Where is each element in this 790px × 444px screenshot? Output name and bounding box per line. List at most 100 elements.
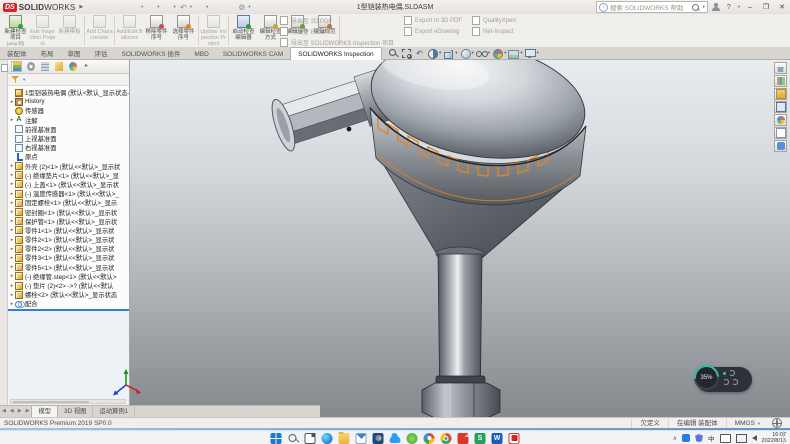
qa-undo-button[interactable]: ↶▾ — [178, 2, 192, 13]
dropdown-caret-icon[interactable]: ▾ — [537, 50, 539, 56]
panel-tab-configurationmanager[interactable] — [39, 61, 50, 72]
tree-item[interactable]: ▸外壳 (2)<1> (默认<<默认>_显示状 — [8, 162, 129, 171]
headsup-zoom-fit-button[interactable] — [388, 48, 399, 59]
ribbon-tab-4[interactable]: 评估 — [88, 48, 115, 60]
globe-icon[interactable] — [772, 418, 782, 428]
headsup-edit-appearance-button[interactable]: ▾ — [492, 48, 506, 59]
panel-tab-dimxpertmanager[interactable] — [53, 61, 64, 72]
taskbar-edge-icon[interactable] — [322, 433, 333, 444]
tree-item[interactable]: ▸零件3<1> (默认<<默认>_显示状 — [8, 253, 129, 262]
headsup-hide-show-items-button[interactable]: ▾ — [476, 48, 490, 59]
menu-expand-arrow-icon[interactable]: ▶ — [79, 4, 83, 10]
dropdown-caret-icon[interactable]: ▾ — [174, 4, 176, 10]
ribbon-tab-7[interactable]: SOLIDWORKS CAM — [216, 48, 290, 60]
tab-scroll-arrow-4[interactable]: ▶ — [24, 406, 32, 417]
tree-item[interactable]: ▸零件2<2> (默认<<默认>_显示状 — [8, 244, 129, 253]
taskbar-mail-icon[interactable] — [356, 433, 367, 444]
taskbar-start-icon[interactable] — [271, 433, 282, 444]
taskbar-task-view-icon[interactable] — [305, 433, 316, 444]
qa-open-button[interactable]: ▾ — [129, 2, 143, 13]
ribbon-tab-5[interactable]: SOLIDWORKS 插件 — [115, 48, 188, 60]
filter-funnel-icon[interactable] — [11, 75, 20, 84]
user-account-icon[interactable] — [712, 3, 721, 12]
taskbar-photos-icon[interactable] — [373, 433, 384, 444]
taskbar-search-icon[interactable] — [288, 433, 299, 444]
panel-tab-propertymanager[interactable] — [25, 61, 36, 72]
ribbon-tab-2[interactable]: 布局 — [34, 48, 61, 60]
tree-item[interactable]: ▸(-) 绝缘管.step<1> (默认<<默认> — [8, 272, 129, 281]
doc-tab-2[interactable]: 3D 视图 — [58, 406, 93, 417]
search-caret-icon[interactable]: ▾ — [703, 4, 705, 10]
tree-item[interactable]: ▸(-) 温度传感器<1> (默认<<默认>_ — [8, 189, 129, 198]
headsup-display-style-button[interactable]: ▾ — [460, 48, 474, 59]
tree-item[interactable]: ▸History — [8, 97, 129, 106]
ime-indicator[interactable]: 中 — [708, 433, 715, 443]
qa-rebuild-button[interactable] — [210, 2, 221, 13]
ribbon-button-new-project[interactable]: 新建检查项目(amp:到) — [2, 14, 29, 47]
dropdown-caret-icon[interactable]: ▾ — [157, 4, 159, 10]
taskpane-custom-properties-button[interactable] — [774, 127, 787, 139]
tab-scroll-arrow-1[interactable]: ◀ — [0, 406, 8, 417]
tree-item[interactable]: 传感器 — [8, 106, 129, 115]
qa-file-properties-button[interactable] — [223, 2, 234, 13]
tree-item[interactable]: ▸零件1<1> (默认<<默认>_显示状 — [8, 226, 129, 235]
tree-item[interactable]: ▸(-) 上盖<1> (默认<<默认>_显示状 — [8, 180, 129, 189]
taskbar-solidworks-icon[interactable] — [509, 433, 520, 444]
tree-item[interactable]: 原点 — [8, 152, 129, 161]
taskpane-home-button[interactable] — [774, 62, 787, 74]
tree-item[interactable]: ▸固定螺栓<1> (默认<<默认>_显示 — [8, 198, 129, 207]
dropdown-caret-icon[interactable]: ▾ — [504, 50, 506, 56]
maximize-button[interactable]: ❐ — [760, 3, 772, 11]
graphics-viewport[interactable]: 35% — [130, 60, 790, 417]
tray-shield-icon[interactable] — [695, 434, 703, 442]
taskbar-reader-icon[interactable] — [458, 433, 469, 444]
tree-item[interactable]: 前视基准面 — [8, 125, 129, 134]
panel-doc-icon[interactable] — [1, 64, 8, 72]
taskbar-cloud-icon[interactable] — [390, 436, 401, 443]
taskbar-wps-icon[interactable]: S — [475, 433, 486, 444]
ribbon-button-select-balloons[interactable]: 选择零件序号 — [170, 14, 197, 47]
qa-save-button[interactable]: ▾ — [145, 2, 159, 13]
widget-button-1-icon[interactable] — [729, 370, 735, 376]
tree-item[interactable]: ▸配合 — [8, 299, 129, 308]
ribbon-button-launch-editor[interactable]: 启动检查编辑器 — [230, 14, 257, 47]
units-caret-icon[interactable]: ▾ — [758, 421, 760, 426]
widget-button-3-icon[interactable] — [732, 379, 738, 385]
doc-tab-3[interactable]: 运动算例1 — [93, 406, 135, 417]
tree-filter-row[interactable]: ▾ — [8, 74, 129, 86]
filter-caret-icon[interactable]: ▾ — [23, 77, 25, 83]
dropdown-caret-icon[interactable]: ▾ — [190, 4, 192, 10]
tree-item[interactable]: ▸密封圈<1> (默认<<默认>_显示状 — [8, 207, 129, 216]
tree-item[interactable]: ▸A注解 — [8, 116, 129, 125]
speaker-icon[interactable] — [752, 435, 757, 441]
widget-button-2-icon[interactable] — [723, 379, 729, 385]
dropdown-caret-icon[interactable]: ▾ — [472, 50, 474, 56]
tray-app-icon[interactable] — [682, 434, 690, 442]
taskpane-appearances-button[interactable] — [774, 114, 787, 126]
dropdown-caret-icon[interactable]: ▾ — [520, 50, 522, 56]
dropdown-caret-icon[interactable]: ▾ — [488, 50, 490, 56]
taskpane-forum-button[interactable] — [774, 140, 787, 152]
dropdown-caret-icon[interactable]: ▾ — [439, 50, 441, 56]
taskbar-file-explorer-icon[interactable] — [339, 433, 350, 444]
thermocouple-3d-model[interactable] — [130, 60, 790, 417]
tree-item[interactable]: ▸零件5<1> (默认<<默认>_显示状 — [8, 263, 129, 272]
qa-home-button[interactable] — [103, 2, 114, 13]
qa-options-button[interactable]: ⚙▾ — [236, 2, 250, 13]
panel-tab-more-tabs[interactable]: ▸ — [81, 61, 92, 72]
units-selector[interactable]: MMGS ▾ — [726, 419, 768, 428]
taskpane-file-explorer-button[interactable] — [774, 88, 787, 100]
close-button[interactable]: ✕ — [776, 3, 788, 11]
headsup-apply-scene-button[interactable]: ▾ — [508, 48, 522, 59]
taskbar-chrome-icon[interactable] — [441, 433, 452, 444]
taskbar-word-icon[interactable]: W — [492, 433, 503, 444]
panel-tab-featuremanager[interactable] — [11, 61, 22, 72]
tree-item[interactable]: ▸螺栓<2> (默认<<默认>_显示状态 — [8, 290, 129, 299]
help-button[interactable]: ? — [725, 4, 733, 11]
ribbon-button-remove-balloons[interactable]: 移除零件序号 — [143, 14, 170, 47]
dropdown-caret-icon[interactable]: ▾ — [455, 50, 457, 56]
ribbon-tab-3[interactable]: 草图 — [61, 48, 88, 60]
tree-item[interactable]: 上视基准面 — [8, 134, 129, 143]
ribbon-tab-1[interactable]: 装配体 — [0, 48, 34, 60]
hex-nut[interactable] — [422, 383, 500, 417]
